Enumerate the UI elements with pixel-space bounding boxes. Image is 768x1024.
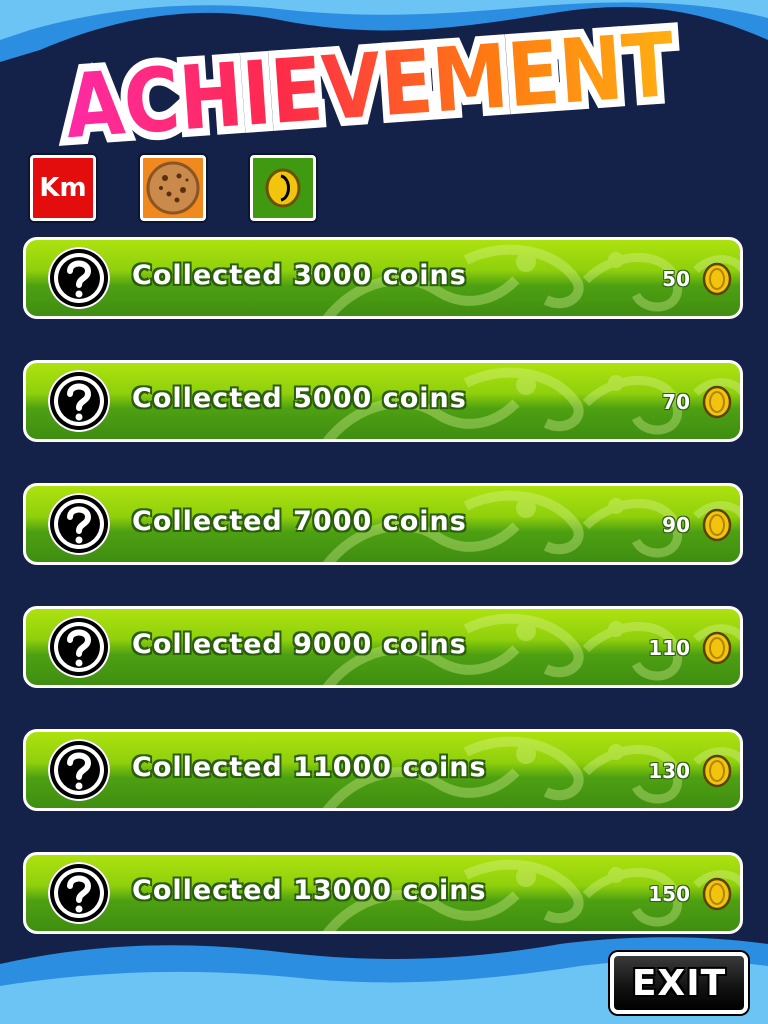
coin-icon xyxy=(702,262,732,296)
reward-amount: 130 xyxy=(648,759,690,783)
coin-icon xyxy=(265,168,301,208)
locked-question-icon xyxy=(48,370,110,432)
reward-amount: 150 xyxy=(648,882,690,906)
achievement-title: Collected 7000 coins xyxy=(132,506,467,537)
locked-question-icon xyxy=(48,493,110,555)
achievement-title: Collected 13000 coins xyxy=(132,875,487,906)
achievement-row[interactable]: Collected 11000 coins 130 xyxy=(23,729,743,811)
locked-question-icon xyxy=(48,862,110,924)
coin-icon xyxy=(702,508,732,542)
achievement-title: Collected 3000 coins xyxy=(132,260,467,291)
reward-amount: 70 xyxy=(662,390,690,414)
locked-question-icon xyxy=(48,247,110,309)
cookie-icon xyxy=(146,161,200,215)
tab-cookie[interactable] xyxy=(140,155,206,221)
reward-amount: 50 xyxy=(662,267,690,291)
coin-icon xyxy=(702,631,732,665)
coin-icon xyxy=(702,754,732,788)
achievement-title: Collected 9000 coins xyxy=(132,629,467,660)
exit-button[interactable]: EXIT xyxy=(610,952,748,1014)
achievement-row[interactable]: Collected 5000 coins 70 xyxy=(23,360,743,442)
coin-icon xyxy=(702,385,732,419)
tab-coin[interactable] xyxy=(250,155,316,221)
achievement-row[interactable]: Collected 3000 coins 50 xyxy=(23,237,743,319)
tab-distance[interactable]: Km xyxy=(30,155,96,221)
page-title: ACHIEVEMENT xyxy=(62,18,678,148)
achievement-row[interactable]: Collected 13000 coins 150 xyxy=(23,852,743,934)
reward-amount: 90 xyxy=(662,513,690,537)
title-banner: ACHIEVEMENT xyxy=(50,5,690,166)
reward-amount: 110 xyxy=(648,636,690,660)
km-label: Km xyxy=(39,173,87,203)
locked-question-icon xyxy=(48,739,110,801)
achievement-title: Collected 11000 coins xyxy=(132,752,487,783)
achievement-title: Collected 5000 coins xyxy=(132,383,467,414)
achievement-row[interactable]: Collected 9000 coins 110 xyxy=(23,606,743,688)
coin-icon xyxy=(702,877,732,911)
achievement-row[interactable]: Collected 7000 coins 90 xyxy=(23,483,743,565)
locked-question-icon xyxy=(48,616,110,678)
